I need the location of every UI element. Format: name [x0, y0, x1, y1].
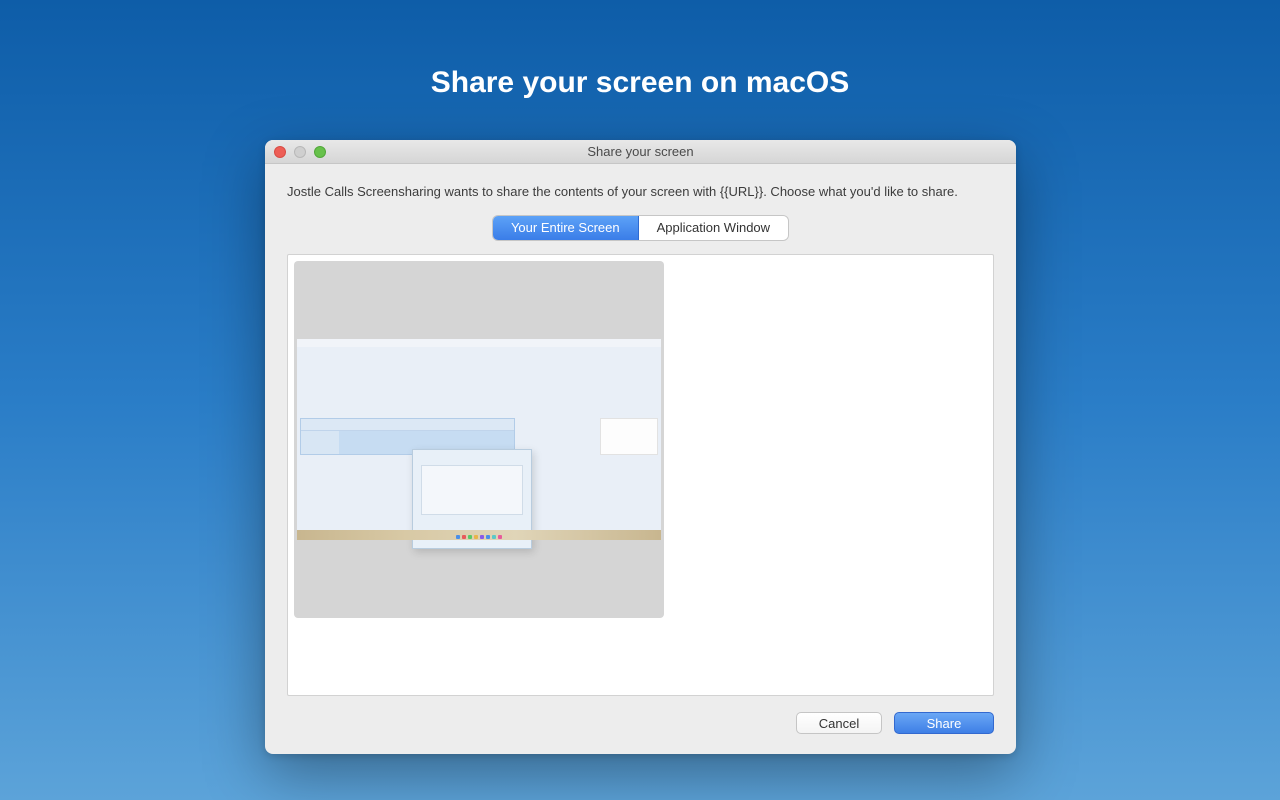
page-title: Share your screen on macOS [0, 0, 1280, 100]
screen-thumbnail[interactable] [294, 261, 664, 618]
thumbnail-app-window-right [600, 418, 658, 455]
zoom-icon[interactable] [314, 146, 326, 158]
tab-application-window[interactable]: Application Window [639, 216, 788, 240]
footer-buttons: Cancel Share [287, 712, 994, 734]
traffic-lights [274, 146, 326, 158]
window-title: Share your screen [265, 144, 1016, 159]
thumbnail-desktop-area [297, 339, 661, 540]
thumbnail-dock [297, 530, 661, 540]
share-button[interactable]: Share [894, 712, 994, 734]
segmented-control: Your Entire Screen Application Window [287, 216, 994, 240]
share-screen-window: Share your screen Jostle Calls Screensha… [265, 140, 1016, 754]
thumbnail-menubar [297, 339, 661, 347]
close-icon[interactable] [274, 146, 286, 158]
window-body: Jostle Calls Screensharing wants to shar… [265, 164, 1016, 754]
instruction-text: Jostle Calls Screensharing wants to shar… [287, 182, 994, 202]
preview-container [287, 254, 994, 697]
tab-entire-screen[interactable]: Your Entire Screen [493, 216, 639, 240]
cancel-button[interactable]: Cancel [796, 712, 882, 734]
minimize-icon[interactable] [294, 146, 306, 158]
window-titlebar[interactable]: Share your screen [265, 140, 1016, 164]
